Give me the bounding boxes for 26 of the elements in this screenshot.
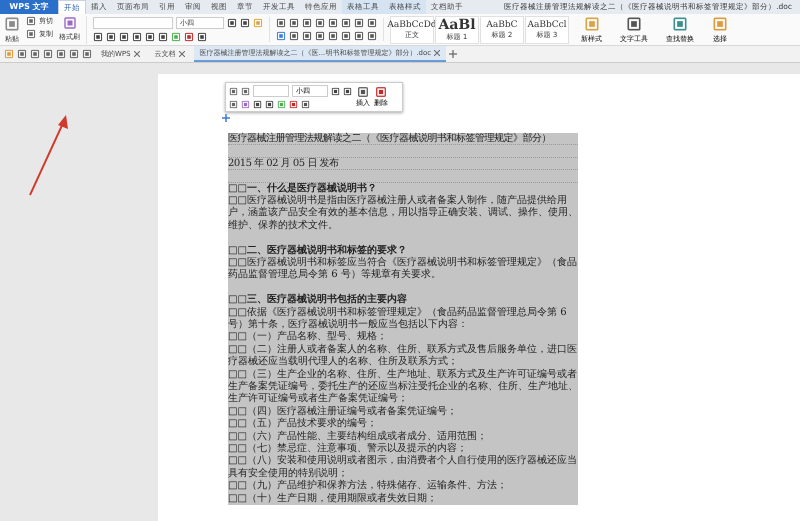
close-icon[interactable]: [134, 51, 140, 57]
paragraph: □□（七）禁忌症、注意事项、警示以及提示的内容；: [228, 443, 468, 454]
paragraph: □□（五）产品技术要求的编号；: [228, 418, 378, 430]
section-heading: □□二、医疗器械说明书和标签的要求？: [228, 244, 408, 256]
move-handle-icon[interactable]: [222, 114, 230, 122]
app-menu-button[interactable]: WPS 文字: [0, 0, 58, 14]
paragraph: □□医疗器械说明书是指由医疗器械注册人或者备案人制作，随产品提供给用户，涵盖该产品安全有效的基本信息，用以指导正确安装、调试、操作、使用、维护、保养的技术文件。: [228, 194, 578, 232]
section-heading: □□一、什么是医疗器械说明书？: [228, 182, 378, 194]
paragraph: □□（一）产品名称、型号、规格；: [228, 331, 388, 344]
section-heading: □□三、医疗器械说明书包括的主要内容: [228, 294, 408, 306]
paragraph: □□依据《医疗器械说明书和标签管理规定》（食品药品监督管理总局令第 6 号）第十条，医疗器械说明书一般应当包括以下内容：: [228, 306, 568, 330]
paragraph: □□医疗器械说明书和标签应当符合《医疗器械说明书和标签管理规定》（食品药品监督管理总局令第 6 号）等规章有关要求。: [228, 256, 578, 282]
font-name-field[interactable]: [93, 17, 173, 29]
paragraph: □□（十）生产日期，使用期限或者失效日期；: [228, 492, 438, 506]
paragraph: □□（三）生产企业的名称、住所、生产地址、联系方式及生产许可证编号或者生产备案凭证编号，委托生产的还应当标注受托企业的名称、住所、生产地址、生产许可证编号或者生产备案凭证编号；: [228, 368, 578, 406]
paragraph: □□（九）产品维护和保养方法，特殊储存、运输条件、方法；: [228, 480, 508, 492]
table-cell: 医疗器械注册管理法规解读之二（《医疗器械说明书和标签管理规定》部分）: [228, 133, 578, 146]
paragraph: □□（四）医疗器械注册证编号或者备案凭证编号；: [228, 406, 458, 418]
paragraph: □□（二）注册人或者备案人的名称、住所、联系方式及售后服务单位，进口医疗器械还应当载明代理人的名称、住所及联系方式；: [228, 344, 578, 368]
close-icon[interactable]: [434, 50, 440, 56]
add-tab-icon[interactable]: [449, 50, 458, 58]
paragraph: □□（八）安装和使用说明或者图示，由消费者个人自行使用的医疗器械还应当具有安全使用的特别说明；: [228, 455, 578, 480]
font-name-field[interactable]: [253, 85, 289, 97]
close-icon[interactable]: [178, 51, 185, 57]
paragraph: □□（六）产品性能、主要结构组成或者成分、适用范围；: [228, 430, 488, 442]
table-cell: 2015 年 02 月 05 日 发布: [228, 158, 578, 170]
